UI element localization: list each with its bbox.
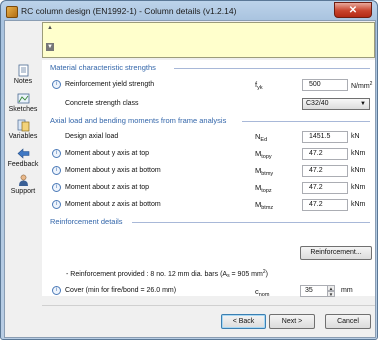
chevron-down-icon: ▼	[360, 101, 366, 107]
mz-btm-input[interactable]: 47.2	[302, 199, 348, 211]
my-btm-symbol: Mbtmy	[255, 166, 274, 177]
info-icon[interactable]: i	[52, 80, 61, 89]
section-divider	[174, 68, 370, 69]
concrete-class-label: Concrete strength class	[65, 100, 139, 107]
ned-label: Design axial load	[65, 133, 119, 140]
section-divider	[132, 222, 370, 223]
mz-top-unit: kNm	[351, 184, 366, 191]
mz-top-symbol: Mtopz	[255, 183, 272, 194]
sidebar-item-label: Feedback	[7, 161, 39, 168]
support-icon	[18, 174, 28, 186]
back-button[interactable]: < Back	[221, 314, 266, 329]
fyk-symbol: fyk	[255, 80, 263, 91]
sidebar-item-label: Support	[10, 188, 36, 195]
ned-symbol: NEd	[255, 132, 268, 143]
cover-decrement-button[interactable]: ▼	[327, 291, 335, 297]
section-axial-header: Axial load and bending moments from fram…	[50, 116, 227, 125]
cover-unit: mm	[341, 287, 353, 294]
concrete-class-value: C32/40	[306, 100, 329, 107]
info-icon[interactable]: i	[52, 166, 61, 175]
cover-label: Cover (min for fire/bond = 26.0 mm)	[65, 287, 177, 294]
footer-divider	[42, 305, 375, 306]
cancel-button[interactable]: Cancel	[325, 314, 371, 329]
cover-symbol: cnom	[255, 287, 270, 298]
section-material-header: Material characteristic strengths	[50, 63, 156, 72]
sidebar-item-sketches[interactable]: Sketches	[5, 92, 41, 113]
cover-input[interactable]: 35	[300, 285, 328, 297]
my-top-unit: kNm	[351, 150, 366, 157]
sidebar-item-support[interactable]: Support	[5, 174, 41, 195]
mz-btm-label: Moment about z axis at bottom	[65, 201, 161, 208]
info-icon[interactable]: i	[52, 200, 61, 209]
sidebar: Notes Sketches Variables Feedback Suppor…	[5, 21, 41, 337]
my-btm-label: Moment about y axis at bottom	[65, 167, 161, 174]
next-button[interactable]: Next >	[269, 314, 315, 329]
my-top-symbol: Mtopy	[255, 149, 272, 160]
dialog-window: RC column design (EN1992-1) - Column det…	[0, 0, 378, 340]
mz-btm-symbol: Mbtmz	[255, 200, 274, 211]
banner-scroll-down-button[interactable]: ▼	[46, 43, 54, 51]
sidebar-item-feedback[interactable]: Feedback	[5, 147, 41, 168]
mz-btm-unit: kNm	[351, 201, 366, 208]
window-title: RC column design (EN1992-1) - Column det…	[21, 6, 237, 16]
reinforcement-button[interactable]: Reinforcement...	[300, 246, 372, 260]
ned-unit: kN	[351, 133, 360, 140]
my-top-label: Moment about y axis at top	[65, 150, 150, 157]
sidebar-item-label: Variables	[8, 133, 38, 140]
banner-scroll-up-button[interactable]: ▲	[46, 24, 54, 32]
sidebar-item-notes[interactable]: Notes	[5, 64, 41, 85]
section-reinforcement-header: Reinforcement details	[50, 217, 123, 226]
mz-top-input[interactable]: 47.2	[302, 182, 348, 194]
ned-input[interactable]: 1451.5	[302, 131, 348, 143]
my-btm-unit: kNm	[351, 167, 366, 174]
info-icon[interactable]: i	[52, 286, 61, 295]
fyk-unit: N/mm2	[351, 81, 373, 90]
fyk-label: Reinforcement yield strength	[65, 81, 155, 88]
info-icon[interactable]: i	[52, 183, 61, 192]
notes-icon	[18, 64, 28, 77]
concrete-class-select[interactable]: C32/40 ▼	[302, 98, 370, 110]
my-btm-input[interactable]: 47.2	[302, 165, 348, 177]
feedback-icon	[17, 148, 29, 159]
variables-icon	[17, 119, 29, 132]
sidebar-item-variables[interactable]: Variables	[5, 119, 41, 140]
info-banner	[42, 22, 375, 58]
my-top-input[interactable]: 47.2	[302, 148, 348, 160]
reinforcement-provided-note: - Reinforcement provided : 8 no. 12 mm d…	[66, 269, 268, 279]
fyk-input[interactable]: 500	[302, 79, 348, 91]
sketches-icon	[17, 93, 29, 104]
section-divider	[242, 121, 370, 122]
mz-top-label: Moment about z axis at top	[65, 184, 150, 191]
close-button[interactable]: ✕	[334, 2, 372, 18]
client-area: Notes Sketches Variables Feedback Suppor…	[4, 20, 376, 338]
info-icon[interactable]: i	[52, 149, 61, 158]
app-icon	[6, 6, 18, 18]
sidebar-item-label: Notes	[13, 78, 33, 85]
form-panel: Material characteristic strengths i Rein…	[42, 60, 375, 298]
sidebar-item-label: Sketches	[8, 106, 38, 113]
